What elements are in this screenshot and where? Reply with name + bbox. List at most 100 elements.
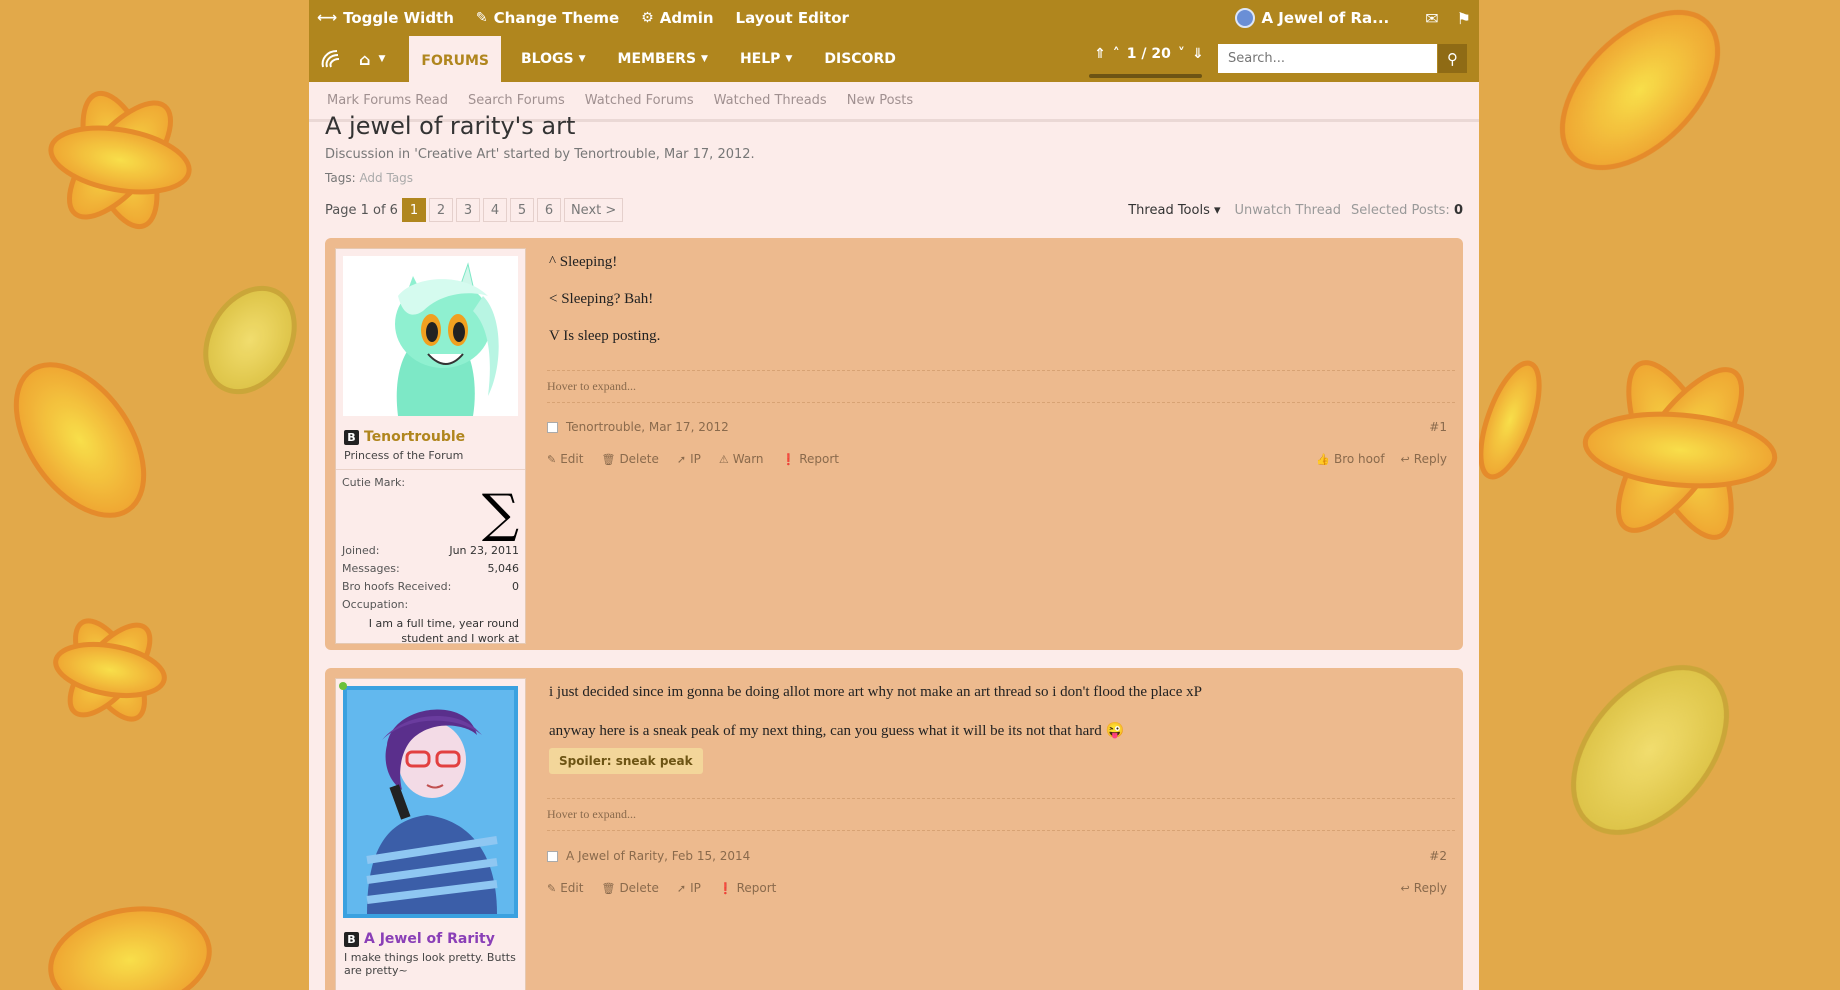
thread-tools-menu[interactable]: Thread Tools ▾ xyxy=(1128,203,1220,218)
spoiler-button[interactable]: Spoiler: sneak peak xyxy=(549,748,703,774)
brohoofs-label: Bro hoofs Received: xyxy=(342,580,452,593)
messages-value[interactable]: 5,046 xyxy=(488,562,520,575)
envelope-icon[interactable]: ✉ xyxy=(1425,9,1438,28)
brohoof-button[interactable]: 👍 Bro hoof xyxy=(1316,452,1384,466)
reply-button[interactable]: ↩ Reply xyxy=(1401,452,1447,466)
reply-label: Reply xyxy=(1413,452,1447,466)
next-page-link[interactable]: Next > xyxy=(563,198,624,222)
watched-threads-link[interactable]: Watched Threads xyxy=(714,93,827,108)
select-post-checkbox[interactable] xyxy=(547,421,558,433)
change-theme-button[interactable]: ✎ Change Theme xyxy=(476,9,619,27)
caret-down-icon: ▼ xyxy=(378,54,386,64)
post-meta: A Jewel of Rarity, Feb 15, 2014 #2 xyxy=(547,849,1447,863)
hover-to-expand[interactable]: Hover to expand... xyxy=(547,370,1455,403)
home-menu[interactable]: ⌂ ▼ xyxy=(359,50,385,69)
user-name: A Jewel of Ra... xyxy=(1261,9,1390,27)
pencil-icon: ✎ xyxy=(547,881,557,895)
online-status-icon xyxy=(339,682,347,690)
first-page-icon[interactable]: ⇑ xyxy=(1094,46,1106,62)
caret-down-icon: ▾ xyxy=(1214,203,1221,218)
home-icon: ⌂ xyxy=(359,49,371,69)
watched-forums-link[interactable]: Watched Forums xyxy=(585,93,694,108)
admin-button[interactable]: ⚙ Admin xyxy=(641,9,713,27)
edit-button[interactable]: ✎ Edit xyxy=(547,452,583,466)
thumbs-up-icon: 👍 xyxy=(1316,452,1330,466)
tongue-emoji-icon: 😜 xyxy=(1105,723,1125,739)
main-nav: ⌂ ▼ FORUMS BLOGS ▼ MEMBERS ▼ HELP ▼ DISCORD… xyxy=(309,36,1479,86)
next-page-icon[interactable]: ˅ xyxy=(1178,46,1185,62)
add-tags-link[interactable]: Add Tags xyxy=(359,171,413,185)
avatar[interactable] xyxy=(343,256,518,416)
user-title: I make things look pretty. Butts are pre… xyxy=(344,951,516,977)
select-post-checkbox[interactable] xyxy=(547,850,558,862)
report-label: Report xyxy=(799,452,840,466)
pony-avatar-image xyxy=(343,256,518,416)
user-extra-info: Cutie Mark: ∑ Joined: Jun 23, 2011 Messag… xyxy=(336,469,525,653)
page-link-2[interactable]: 2 xyxy=(428,198,453,222)
prev-page-icon[interactable]: ˄ xyxy=(1113,46,1120,62)
tab-forums[interactable]: FORUMS xyxy=(409,36,502,86)
post-author-date[interactable]: Tenortrouble, Mar 17, 2012 xyxy=(566,420,729,434)
user-menu[interactable]: A Jewel of Ra... xyxy=(1235,8,1389,28)
tab-members[interactable]: MEMBERS ▼ xyxy=(606,36,720,82)
tab-help[interactable]: HELP ▼ xyxy=(728,36,804,82)
search-input[interactable] xyxy=(1218,44,1437,73)
edit-button[interactable]: ✎ Edit xyxy=(547,881,583,895)
trash-icon: 🗑 xyxy=(601,881,616,895)
post-number-link[interactable]: #2 xyxy=(1429,849,1447,863)
page-link-1[interactable]: 1 xyxy=(401,198,426,222)
unwatch-thread-link[interactable]: Unwatch Thread xyxy=(1235,203,1341,218)
site-logo-icon[interactable] xyxy=(317,45,345,73)
edit-label: Edit xyxy=(560,452,584,466)
page-link-4[interactable]: 4 xyxy=(482,198,507,222)
last-page-icon[interactable]: ⇓ xyxy=(1192,46,1204,62)
joined-value: Jun 23, 2011 xyxy=(449,544,519,557)
delete-button[interactable]: 🗑 Delete xyxy=(601,452,658,466)
new-posts-link[interactable]: New Posts xyxy=(847,93,913,108)
mark-forums-read-link[interactable]: Mark Forums Read xyxy=(327,93,448,108)
ip-button[interactable]: ➚ IP xyxy=(677,881,701,895)
layout-editor-label: Layout Editor xyxy=(735,9,849,27)
occupation-value: I am a full time, year round student and… xyxy=(368,617,519,646)
delete-label: Delete xyxy=(619,881,659,895)
selected-posts-count: 0 xyxy=(1453,203,1463,218)
message-line: V Is sleep posting. xyxy=(549,328,661,344)
search-forums-link[interactable]: Search Forums xyxy=(468,93,565,108)
post-number-link[interactable]: #1 xyxy=(1429,420,1447,434)
tab-discord-label: DISCORD xyxy=(824,51,896,67)
reply-button[interactable]: ↩ Reply xyxy=(1401,881,1447,895)
avatar[interactable] xyxy=(343,686,518,918)
page-link-5[interactable]: 5 xyxy=(509,198,534,222)
flag-icon[interactable]: ⚑ xyxy=(1457,9,1471,28)
delete-button[interactable]: 🗑 Delete xyxy=(601,881,658,895)
ip-button[interactable]: ➚ IP xyxy=(677,452,701,466)
report-button[interactable]: ❗ Report xyxy=(719,881,776,895)
top-bar: ⟷ Toggle Width ✎ Change Theme ⚙ Admin La… xyxy=(309,0,1479,36)
warn-button[interactable]: ⚠ Warn xyxy=(719,452,764,466)
report-button[interactable]: ❗ Report xyxy=(782,452,839,466)
toggle-width-button[interactable]: ⟷ Toggle Width xyxy=(317,9,454,27)
message-line: ^ Sleeping! xyxy=(549,254,618,270)
tab-blogs[interactable]: BLOGS ▼ xyxy=(509,36,598,82)
warning-icon: ⚠ xyxy=(718,452,729,466)
page-link-3[interactable]: 3 xyxy=(455,198,480,222)
post-actions: ✎ Edit 🗑 Delete ➚ IP ❗ Report ↩ Reply xyxy=(547,881,1447,895)
search-button[interactable]: ⚲ xyxy=(1438,44,1467,73)
edit-label: Edit xyxy=(560,881,584,895)
arrows-horizontal-icon: ⟷ xyxy=(317,10,338,26)
username-link[interactable]: B Tenortrouble xyxy=(336,423,525,445)
caret-down-icon: ▼ xyxy=(578,54,586,64)
change-theme-label: Change Theme xyxy=(493,9,620,27)
tab-discord[interactable]: DISCORD xyxy=(812,36,908,82)
brohoof-label: Bro hoof xyxy=(1333,452,1385,466)
message-line: i just decided since im gonna be doing a… xyxy=(549,684,1202,700)
rarity-avatar-image xyxy=(347,690,514,914)
hover-to-expand[interactable]: Hover to expand... xyxy=(547,798,1455,831)
post-author-date[interactable]: A Jewel of Rarity, Feb 15, 2014 xyxy=(566,849,750,863)
username-link[interactable]: B A Jewel of Rarity xyxy=(336,925,525,947)
ip-label: IP xyxy=(690,452,701,466)
layout-editor-button[interactable]: Layout Editor xyxy=(736,9,849,27)
username: A Jewel of Rarity xyxy=(364,931,495,947)
page-link-6[interactable]: 6 xyxy=(536,198,561,222)
post-1: B Tenortrouble Princess of the Forum Cut… xyxy=(325,238,1463,650)
